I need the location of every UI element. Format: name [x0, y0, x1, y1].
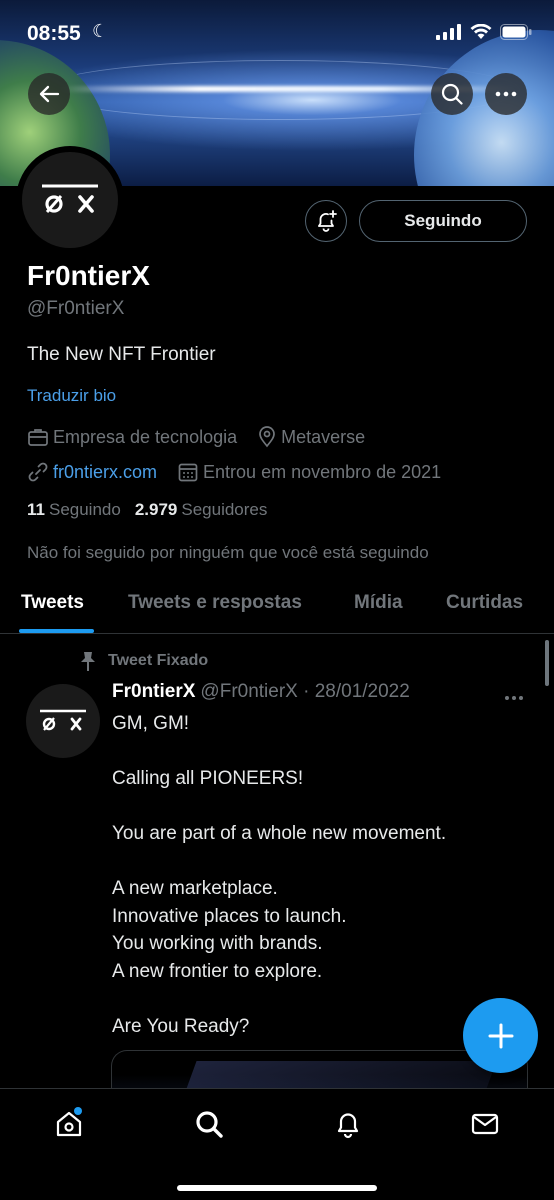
- tab-tweets-replies[interactable]: Tweets e respostas: [128, 592, 302, 614]
- compose-tweet-button[interactable]: [463, 998, 538, 1073]
- following-count-link[interactable]: 11 Seguindo: [27, 500, 121, 520]
- profile-meta-row-1: Empresa de tecnologia Metaverse: [27, 426, 385, 448]
- signal-icon: [436, 24, 461, 40]
- home-notification-dot: [74, 1107, 82, 1115]
- tweet-handle-date: @Fr0ntierX · 28/01/2022: [200, 681, 410, 702]
- more-button[interactable]: [485, 73, 527, 115]
- active-tab-indicator: [19, 629, 94, 633]
- frontierx-logo-small: [40, 709, 86, 731]
- not-followed-notice: Não foi seguido por ninguém que você est…: [27, 543, 429, 562]
- profile-avatar[interactable]: [16, 146, 124, 254]
- nav-messages[interactable]: [468, 1107, 502, 1141]
- tweet-text: GM, GM! Calling all PIONEERS! You are pa…: [112, 713, 447, 1037]
- bell-plus-icon: [318, 210, 337, 232]
- more-icon: [505, 696, 523, 700]
- search-nav-icon: [196, 1111, 223, 1138]
- profile-joined-date: Entrou em novembro de 2021: [203, 461, 442, 482]
- link-icon: [28, 462, 48, 482]
- more-icon: [495, 91, 517, 97]
- tweet-author-avatar[interactable]: [26, 684, 100, 758]
- nav-search[interactable]: [192, 1107, 226, 1141]
- search-button[interactable]: [431, 73, 473, 115]
- profile-name: Fr0ntierX: [27, 260, 150, 291]
- tab-likes[interactable]: Curtidas: [446, 592, 523, 614]
- profile-location: Metaverse: [281, 426, 366, 447]
- nav-notifications[interactable]: [331, 1107, 365, 1141]
- profile-website-link[interactable]: fr0ntierx.com: [53, 462, 157, 483]
- profile-tabs: Tweets Tweets e respostas Mídia Curtidas: [0, 578, 554, 634]
- profile-handle: @Fr0ntierX: [27, 298, 125, 319]
- notifications-toggle-button[interactable]: [305, 200, 347, 242]
- search-icon: [441, 83, 463, 105]
- back-button[interactable]: [28, 73, 70, 115]
- moon-icon: ☾: [92, 21, 109, 41]
- status-bar: 08:55 ☾: [0, 0, 554, 60]
- tweet-author-name[interactable]: Fr0ntierX: [112, 681, 195, 702]
- wifi-icon: [470, 24, 492, 39]
- messages-icon: [471, 1113, 499, 1135]
- notifications-icon: [337, 1113, 359, 1139]
- follow-counts: 11 Seguindo 2.979 Seguidores: [27, 500, 267, 520]
- following-button[interactable]: Seguindo: [359, 200, 527, 242]
- battery-icon: [500, 24, 532, 40]
- home-indicator[interactable]: [177, 1185, 377, 1191]
- briefcase-icon: [28, 429, 48, 446]
- compose-icon: [488, 1023, 513, 1048]
- followers-count-link[interactable]: 2.979 Seguidores: [135, 500, 268, 520]
- bottom-navigation: [0, 1088, 554, 1200]
- profile-meta-row-2: fr0ntierx.com Entrou em novembro de 2021: [27, 461, 461, 483]
- tab-media[interactable]: Mídia: [354, 592, 403, 614]
- nav-home[interactable]: [52, 1107, 86, 1141]
- scrollbar[interactable]: [545, 640, 549, 686]
- tweet-header: Fr0ntierX @Fr0ntierX · 28/01/2022: [112, 681, 410, 703]
- status-time: 08:55: [27, 22, 81, 45]
- pinned-tweet-label: Tweet Fixado: [78, 650, 208, 672]
- frontierx-logo: [42, 184, 98, 213]
- calendar-icon: [178, 463, 198, 482]
- pin-icon: [81, 652, 95, 671]
- back-arrow-icon: [39, 85, 60, 103]
- profile-bio: The New NFT Frontier: [27, 344, 216, 365]
- profile-category: Empresa de tecnologia: [53, 426, 238, 447]
- location-pin-icon: [259, 426, 275, 448]
- tab-tweets[interactable]: Tweets: [21, 592, 84, 614]
- translate-bio-link[interactable]: Traduzir bio: [27, 386, 116, 406]
- tweet-more-button[interactable]: [504, 684, 524, 707]
